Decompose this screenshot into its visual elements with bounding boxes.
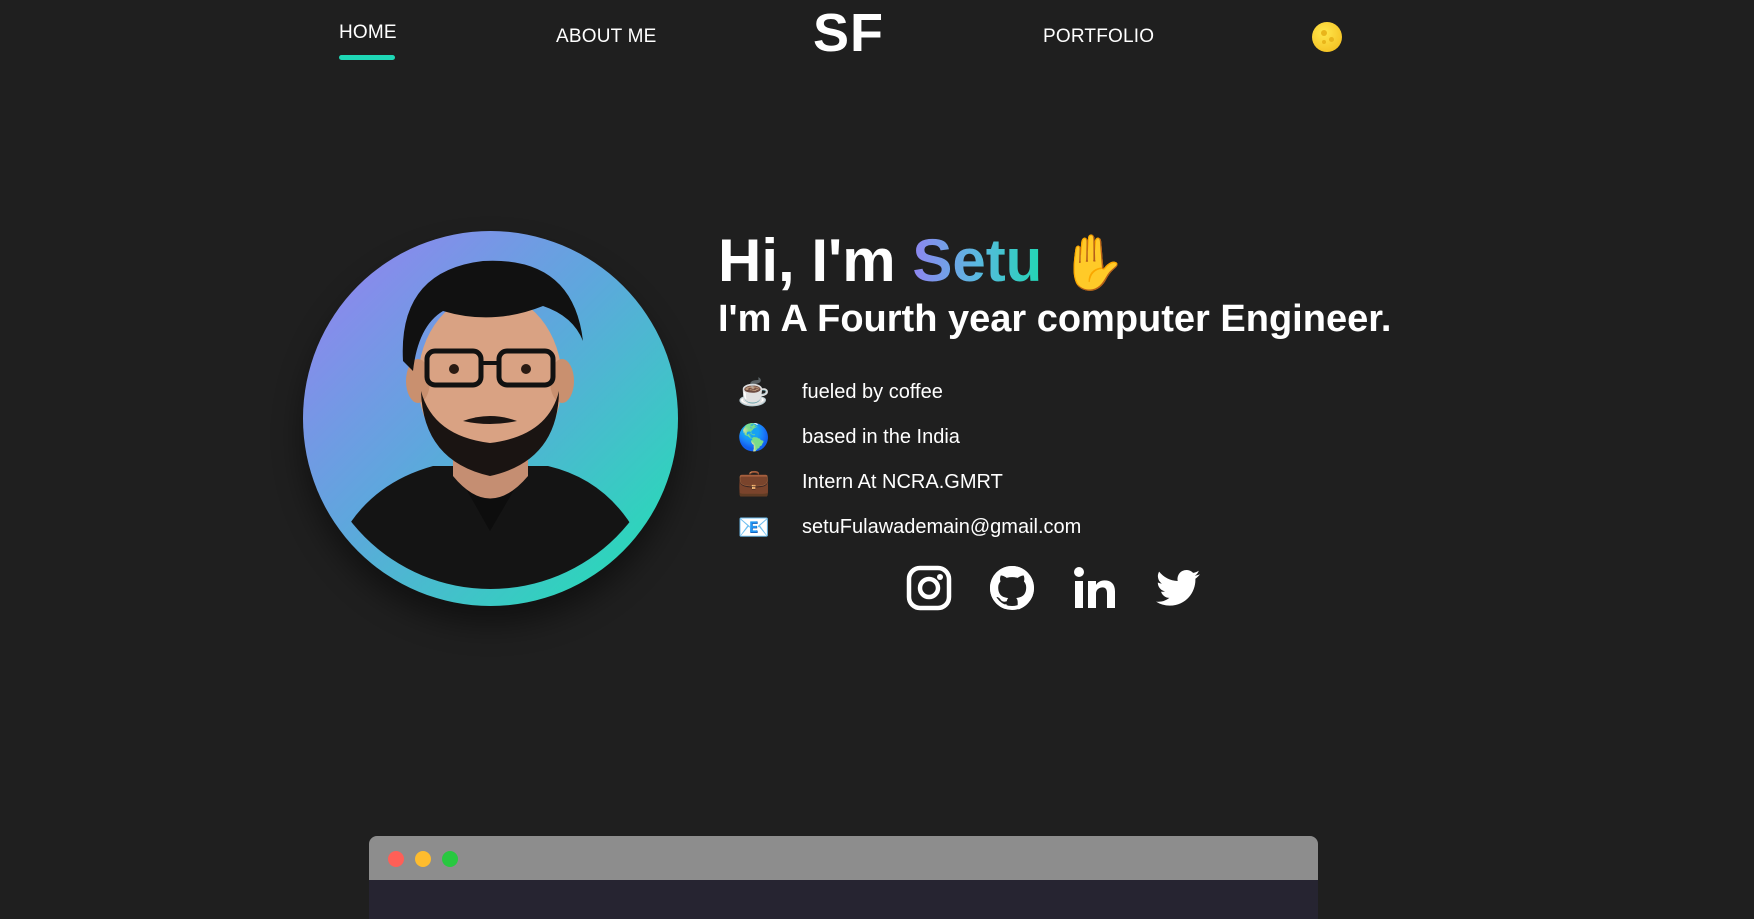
fact-text: Intern At NCRA.GMRT (802, 471, 1003, 493)
name-highlight: Setu (912, 227, 1043, 294)
facts-list: ☕ fueled by coffee 🌎 based in the India … (737, 370, 1082, 550)
wave-icon: ✋ (1059, 233, 1127, 293)
github-icon[interactable] (988, 564, 1036, 612)
close-dot-icon[interactable] (388, 851, 404, 867)
email-link[interactable]: setuFulawademain@gmail.com (802, 516, 1081, 539)
list-item: 📧 setuFulawademain@gmail.com (737, 505, 1082, 550)
profile-photo (323, 260, 658, 589)
twitter-icon[interactable] (1154, 564, 1202, 612)
email-icon: 📧 (737, 512, 771, 542)
nav-about-link[interactable]: ABOUT ME (556, 26, 657, 48)
minimize-dot-icon[interactable] (415, 851, 431, 867)
greeting-heading: Hi, I'm Setu ✋ (718, 228, 1126, 294)
instagram-icon[interactable] (905, 564, 953, 612)
globe-icon: 🌎 (737, 422, 771, 452)
coffee-icon: ☕ (737, 377, 771, 407)
nav-active-indicator (339, 55, 395, 60)
list-item: 💼 Intern At NCRA.GMRT (738, 460, 1081, 505)
social-links (905, 564, 1237, 612)
logo[interactable]: SF (813, 6, 884, 60)
fact-text: based in the India (802, 426, 960, 448)
terminal-window (369, 836, 1318, 919)
profile-avatar (303, 231, 678, 606)
list-item: ☕ fueled by coffee (738, 370, 1081, 415)
subtitle: I'm A Fourth year computer Engineer. (718, 298, 1392, 340)
list-item: 🌎 based in the India (738, 415, 1081, 460)
maximize-dot-icon[interactable] (442, 851, 458, 867)
terminal-titlebar (369, 836, 1318, 880)
briefcase-icon: 💼 (737, 467, 771, 497)
terminal-body (369, 880, 1318, 919)
fact-text: fueled by coffee (802, 381, 943, 403)
moon-icon[interactable] (1312, 22, 1342, 52)
linkedin-icon[interactable] (1071, 564, 1119, 612)
page: HOME ABOUT ME SF PORTFOLIO Hi, I'm Setu … (0, 0, 1754, 919)
nav-home-link[interactable]: HOME (339, 22, 397, 44)
greeting-prefix: Hi, I'm (718, 227, 896, 294)
nav-portfolio-link[interactable]: PORTFOLIO (1043, 26, 1154, 48)
